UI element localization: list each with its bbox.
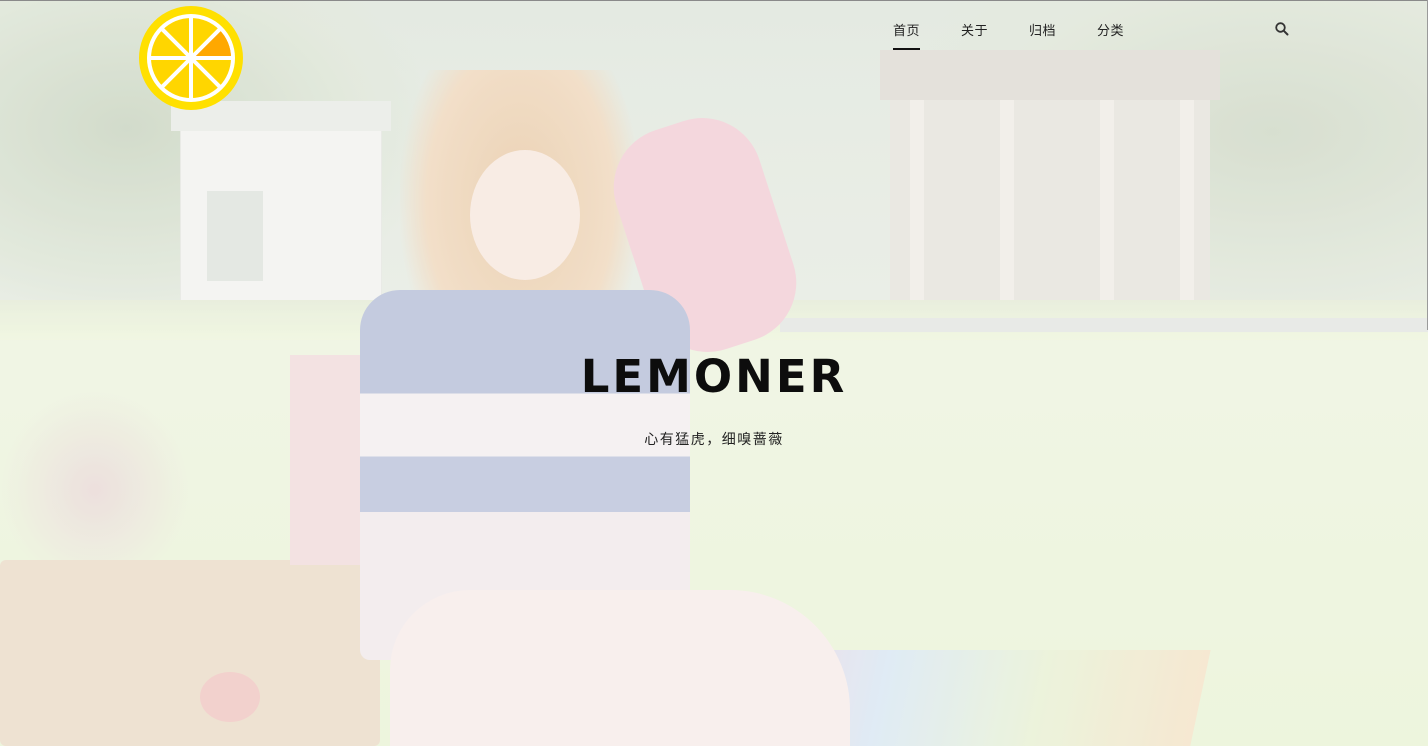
main-nav: 首页 关于 归档 分类 bbox=[880, 18, 1165, 50]
search-button[interactable] bbox=[1274, 21, 1290, 37]
nav-item-home[interactable]: 首页 bbox=[893, 18, 921, 50]
lemon-slice-icon bbox=[139, 6, 243, 110]
site-subtitle: 心有猛虎，细嗅蔷薇 bbox=[644, 431, 784, 447]
search-icon bbox=[1275, 22, 1289, 36]
nav-item-archive[interactable]: 归档 bbox=[1029, 18, 1056, 50]
nav-item-categories[interactable]: 分类 bbox=[1097, 18, 1124, 50]
nav-item-about[interactable]: 关于 bbox=[961, 18, 988, 50]
site-title: LEMONER bbox=[580, 350, 848, 403]
site-logo[interactable] bbox=[138, 5, 244, 111]
page: 首页 关于 归档 分类 LEMONER 心有猛虎，细嗅蔷薇 bbox=[0, 0, 1428, 746]
window-top-border bbox=[0, 0, 1428, 1]
